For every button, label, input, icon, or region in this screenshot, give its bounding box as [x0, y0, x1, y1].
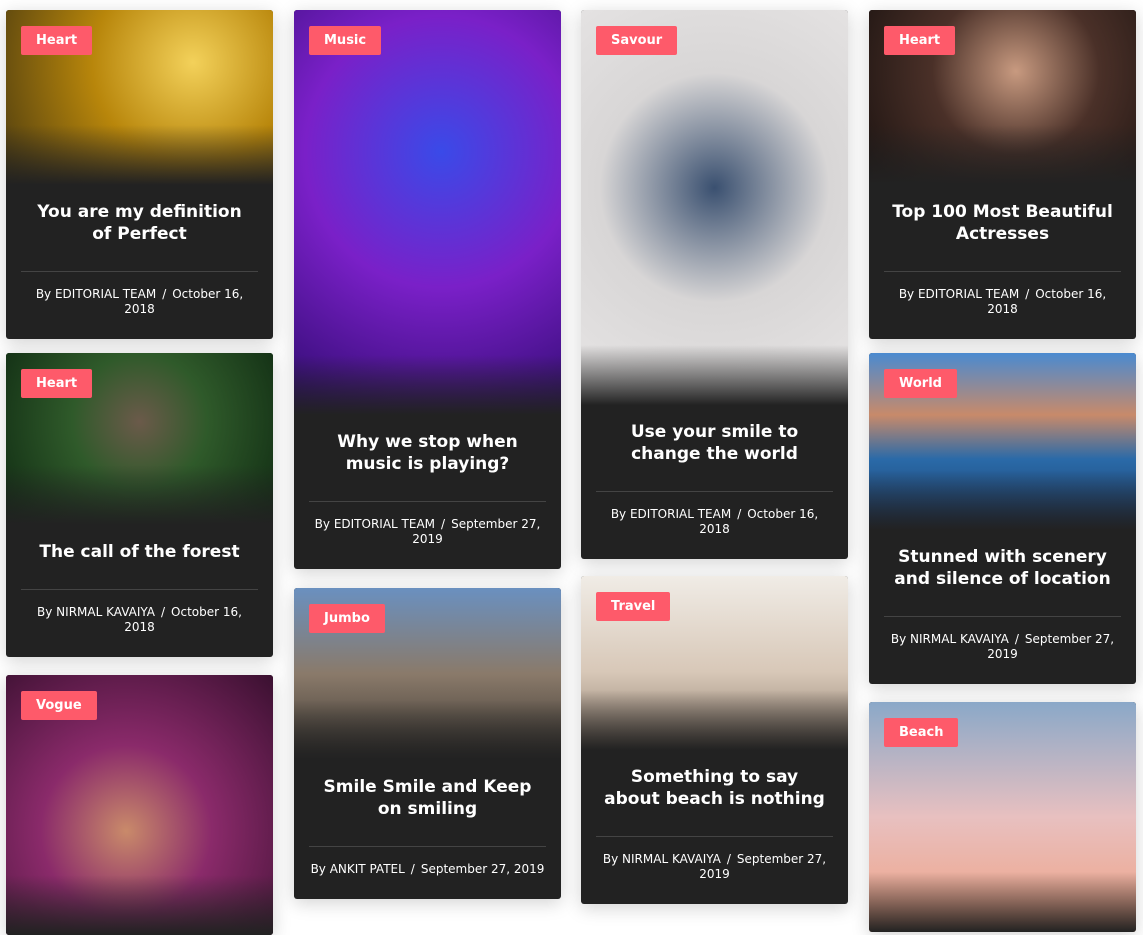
- category-badge[interactable]: Music: [309, 26, 382, 55]
- meta-separator: /: [161, 605, 166, 619]
- post-body: Use your smile to change the world By ED…: [581, 405, 848, 559]
- category-badge[interactable]: Jumbo: [309, 604, 385, 633]
- post-author[interactable]: By EDITORIAL TEAM: [611, 507, 731, 521]
- post-author[interactable]: By EDITORIAL TEAM: [899, 287, 1019, 301]
- post-body: Stunned with scenery and silence of loca…: [869, 530, 1136, 684]
- post-image[interactable]: Music: [294, 10, 561, 415]
- post-author[interactable]: By ANKIT PATEL: [311, 862, 405, 876]
- category-badge[interactable]: Heart: [21, 26, 93, 55]
- category-badge[interactable]: Savour: [596, 26, 678, 55]
- post-image[interactable]: Vogue: [6, 675, 273, 935]
- meta-separator: /: [162, 287, 167, 301]
- category-badge[interactable]: Beach: [884, 718, 959, 747]
- post-author[interactable]: By NIRMAL KAVAIYA: [37, 605, 155, 619]
- category-badge[interactable]: Heart: [884, 26, 956, 55]
- category-badge[interactable]: Vogue: [21, 691, 97, 720]
- post-body: The call of the forest By NIRMAL KAVAIYA…: [6, 525, 273, 657]
- post-image[interactable]: Heart: [6, 353, 273, 525]
- meta-separator: /: [441, 517, 446, 531]
- category-badge[interactable]: Travel: [596, 592, 671, 621]
- post-card[interactable]: Jumbo Smile Smile and Keep on smiling By…: [294, 588, 561, 899]
- post-image[interactable]: Heart: [869, 10, 1136, 185]
- post-author[interactable]: By NIRMAL KAVAIYA: [891, 632, 1009, 646]
- post-date: September 27, 2019: [420, 862, 545, 876]
- post-title[interactable]: Why we stop when music is playing?: [317, 431, 538, 475]
- post-meta: By NIRMAL KAVAIYA / September 27, 2019: [884, 617, 1121, 662]
- post-image[interactable]: World: [869, 353, 1136, 530]
- post-body: Why we stop when music is playing? By ED…: [294, 415, 561, 569]
- post-title[interactable]: Smile Smile and Keep on smiling: [317, 776, 538, 820]
- post-card[interactable]: Heart You are my definition of Perfect B…: [6, 10, 273, 339]
- meta-separator: /: [737, 507, 742, 521]
- post-author[interactable]: By NIRMAL KAVAIYA: [603, 852, 721, 866]
- post-card[interactable]: World Stunned with scenery and silence o…: [869, 353, 1136, 684]
- post-meta: By NIRMAL KAVAIYA / September 27, 2019: [596, 837, 833, 882]
- post-meta: By EDITORIAL TEAM / September 27, 2019: [309, 502, 546, 547]
- post-image[interactable]: Savour: [581, 10, 848, 405]
- post-meta: By EDITORIAL TEAM / October 16, 2018: [21, 272, 258, 317]
- post-image[interactable]: Jumbo: [294, 588, 561, 760]
- post-author[interactable]: By EDITORIAL TEAM: [315, 517, 435, 531]
- post-body: Top 100 Most Beautiful Actresses By EDIT…: [869, 185, 1136, 339]
- post-image[interactable]: Beach: [869, 702, 1136, 932]
- meta-separator: /: [1014, 632, 1019, 646]
- post-image[interactable]: Travel: [581, 576, 848, 750]
- post-meta: By NIRMAL KAVAIYA / October 16, 2018: [21, 590, 258, 635]
- post-title[interactable]: You are my definition of Perfect: [29, 201, 250, 245]
- meta-separator: /: [1025, 287, 1030, 301]
- post-body: You are my definition of Perfect By EDIT…: [6, 185, 273, 339]
- post-image[interactable]: Heart: [6, 10, 273, 185]
- meta-separator: /: [410, 862, 415, 876]
- post-title[interactable]: Top 100 Most Beautiful Actresses: [892, 201, 1113, 245]
- post-meta: By EDITORIAL TEAM / October 16, 2018: [596, 492, 833, 537]
- post-body: Smile Smile and Keep on smiling By ANKIT…: [294, 760, 561, 899]
- post-meta: By ANKIT PATEL / September 27, 2019: [309, 847, 546, 877]
- post-title[interactable]: Stunned with scenery and silence of loca…: [892, 546, 1113, 590]
- post-card[interactable]: Beach: [869, 702, 1136, 932]
- post-card[interactable]: Vogue: [6, 675, 273, 935]
- category-badge[interactable]: Heart: [21, 369, 93, 398]
- meta-separator: /: [726, 852, 731, 866]
- post-author[interactable]: By EDITORIAL TEAM: [36, 287, 156, 301]
- post-card[interactable]: Travel Something to say about beach is n…: [581, 576, 848, 904]
- post-card[interactable]: Music Why we stop when music is playing?…: [294, 10, 561, 569]
- post-title[interactable]: The call of the forest: [29, 541, 250, 563]
- post-title[interactable]: Something to say about beach is nothing: [604, 766, 825, 810]
- post-meta: By EDITORIAL TEAM / October 16, 2018: [884, 272, 1121, 317]
- category-badge[interactable]: World: [884, 369, 957, 398]
- post-card[interactable]: Savour Use your smile to change the worl…: [581, 10, 848, 559]
- post-body: Something to say about beach is nothing …: [581, 750, 848, 904]
- post-title[interactable]: Use your smile to change the world: [604, 421, 825, 465]
- post-card[interactable]: Heart The call of the forest By NIRMAL K…: [6, 353, 273, 657]
- post-card[interactable]: Heart Top 100 Most Beautiful Actresses B…: [869, 10, 1136, 339]
